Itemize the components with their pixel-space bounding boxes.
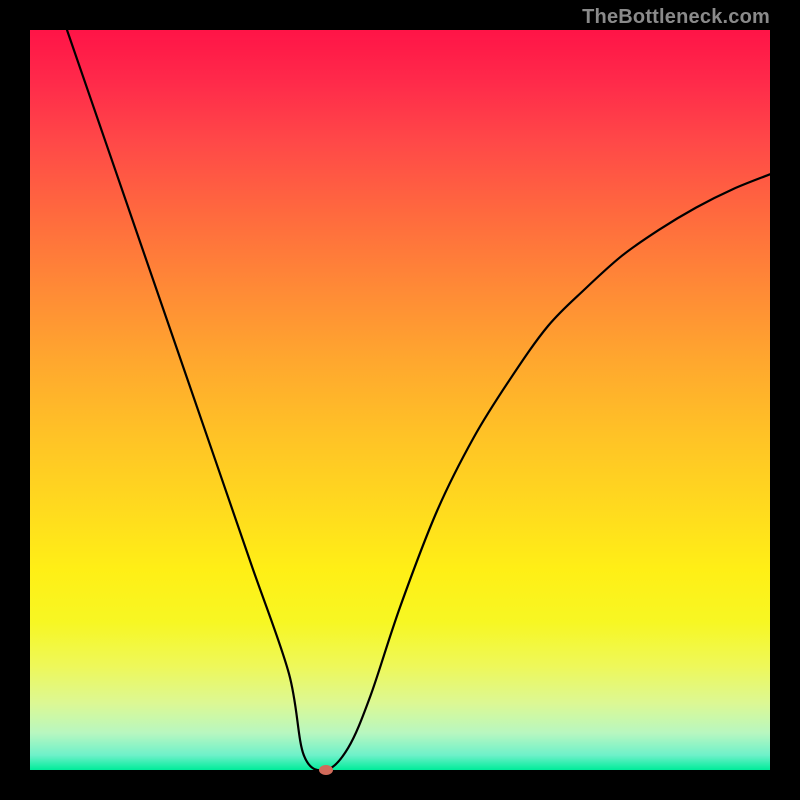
minimum-marker <box>319 765 333 775</box>
bottleneck-curve <box>67 30 770 770</box>
attribution-label: TheBottleneck.com <box>582 6 770 29</box>
plot-area <box>30 30 770 770</box>
curve-svg <box>30 30 770 770</box>
chart-container: TheBottleneck.com <box>0 0 800 800</box>
